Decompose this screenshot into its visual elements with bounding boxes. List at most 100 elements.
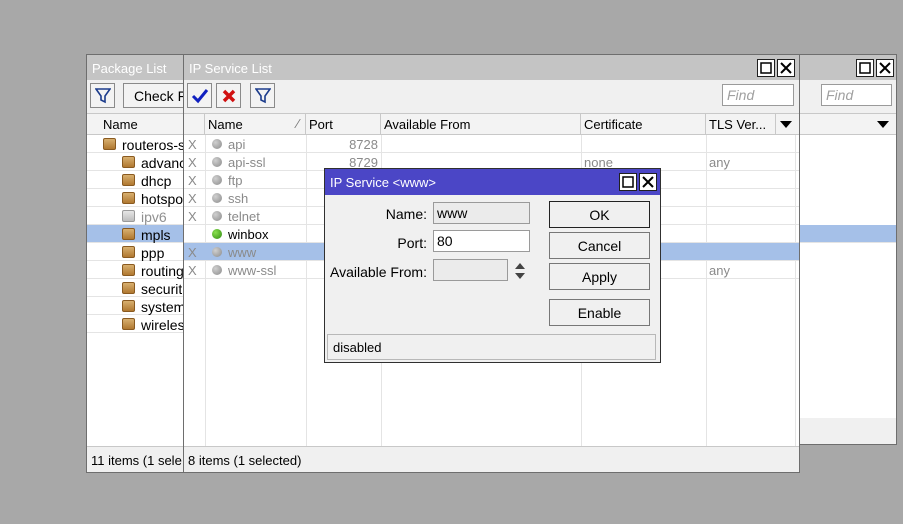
cell-certificate [584,135,704,153]
name-label: Name: [385,206,427,222]
cell-tls [709,135,774,153]
package-row[interactable]: ipv6 [87,207,195,225]
dialog-status-text: disabled [333,340,382,355]
cell-tls [709,207,774,225]
grid-header: Name [87,113,200,135]
status-bar: 11 items (1 sele [87,446,195,472]
name-field: www [433,202,530,224]
package-name: ppp [141,245,165,261]
apply-button[interactable]: Apply [549,263,650,290]
package-row[interactable]: system [87,297,195,315]
selected-row-highlight [799,225,896,243]
grid-body [799,135,896,418]
disabled-status-icon [212,175,222,185]
enabled-status-icon [212,229,222,239]
cancel-button[interactable]: Cancel [549,232,650,259]
package-list-window[interactable]: Package List Check F Name routeros-s adva… [86,54,203,473]
cell-flag: X [188,137,197,152]
package-icon [122,282,135,294]
filter-button[interactable] [250,83,275,108]
cell-tls [709,189,774,207]
sort-indicator-icon: ⁄ [296,116,299,131]
package-icon [122,228,135,240]
find-input[interactable]: Find [722,84,794,106]
cell-flag: X [188,191,197,206]
cell-port: 8728 [349,137,378,152]
maximize-button[interactable] [856,59,874,77]
package-name: advanc [141,155,187,171]
column-header-available-from[interactable]: Available From [381,114,581,135]
column-header-flag [184,114,205,135]
desktop: { "package_window": { "title": "Package … [0,0,903,524]
package-name: securit [141,281,183,297]
enable-button[interactable] [187,83,212,108]
close-icon [642,176,654,188]
disabled-status-icon [212,211,222,221]
cell-available-from [384,135,579,153]
cell-name: api [228,137,246,152]
service-row[interactable]: Xapi 8728 [184,135,799,153]
package-icon [122,192,135,204]
close-button[interactable] [876,59,894,77]
column-label: Name [208,117,243,132]
column-header-certificate[interactable]: Certificate [581,114,706,135]
package-row[interactable]: advanc [87,153,195,171]
cell-name: winbox [228,227,269,242]
grid-header [799,113,896,135]
column-menu-icon[interactable] [779,120,793,130]
maximize-icon [622,176,634,188]
package-name: mpls [141,227,171,243]
grid-header: Name ⁄ Port Available From Certificate T… [184,113,799,135]
disabled-status-icon [212,139,222,149]
disable-button[interactable] [216,83,241,108]
filter-button[interactable] [90,83,115,108]
maximize-button[interactable] [619,173,637,191]
filter-icon [254,87,271,103]
column-header-name[interactable]: Name ⁄ [205,114,306,135]
package-row[interactable]: mpls [87,225,195,243]
column-header-tls-version[interactable]: TLS Ver... [706,114,776,135]
package-list-titlebar[interactable]: Package List [87,55,195,80]
package-row[interactable]: dhcp [87,171,195,189]
package-name: routing [141,263,184,279]
find-input[interactable]: Find [821,84,892,106]
port-field[interactable]: 80 [433,230,530,252]
cell-tls: any [709,263,730,278]
close-button[interactable] [639,173,657,191]
dialog-title: IP Service <www> [330,175,436,190]
disabled-status-icon [212,157,222,167]
dialog-titlebar[interactable]: IP Service <www> [325,169,660,195]
add-remove-arrows-icon[interactable] [514,262,526,280]
package-icon [122,156,135,168]
status-bar: 8 items (1 selected) [184,446,799,472]
package-row[interactable]: routeros-s [87,135,195,153]
ok-button[interactable]: OK [549,201,650,228]
close-button[interactable] [777,59,795,77]
available-from-field[interactable] [433,259,508,281]
column-menu-icon [877,121,889,128]
status-text: 11 items (1 sele [91,453,182,468]
maximize-button[interactable] [757,59,775,77]
cell-flag: X [188,263,197,278]
background-window[interactable]: Find [798,54,897,445]
package-row[interactable]: wireles [87,315,195,333]
package-row[interactable]: ppp [87,243,195,261]
cell-tls [709,225,774,243]
maximize-icon [760,62,772,74]
disabled-status-icon [212,193,222,203]
cell-tls: any [709,155,730,170]
ip-service-dialog[interactable]: IP Service <www> Name: www Port: 80 Avai… [324,168,661,363]
package-row[interactable]: securit [87,279,195,297]
cell-flag [188,225,202,243]
close-icon [780,62,792,74]
package-row[interactable]: routing [87,261,195,279]
window-title: IP Service List [189,61,272,76]
cell-flag: X [188,245,197,260]
package-icon [122,264,135,276]
package-icon [122,318,135,330]
ip-service-list-titlebar[interactable]: IP Service List [184,55,799,80]
package-row[interactable]: hotspo [87,189,195,207]
package-name: wireles [141,317,185,333]
enable-button[interactable]: Enable [549,299,650,326]
column-header-port[interactable]: Port [306,114,381,135]
